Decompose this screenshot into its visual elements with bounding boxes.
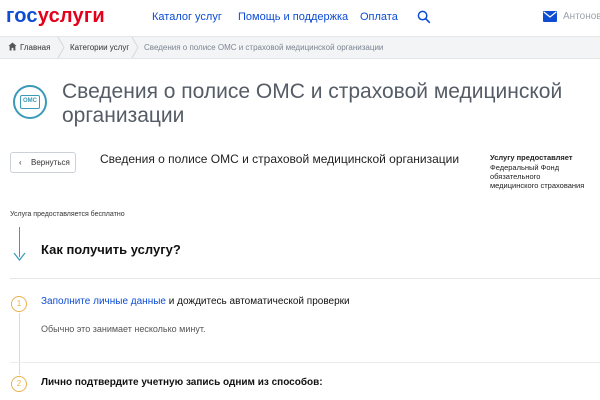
- fill-personal-data-link[interactable]: Заполните личные данные: [41, 296, 166, 307]
- page-title: Сведения о полисе ОМС и страховой медици…: [62, 80, 563, 127]
- step-2-title: Лично подтвердите учетную запись одним и…: [41, 377, 323, 388]
- section-divider: [10, 278, 600, 279]
- howto-heading: Как получить услугу?: [41, 242, 181, 257]
- step-1-title-rest: и дождитесь автоматической проверки: [165, 296, 350, 307]
- gosuslugi-logo[interactable]: госуслуги: [6, 6, 105, 26]
- section-divider: [10, 362, 600, 363]
- chevron-left-icon: ‹: [19, 158, 22, 167]
- logo-part-uslugi: услуги: [37, 5, 105, 27]
- nav-catalog-link[interactable]: Каталог услуг: [152, 11, 222, 23]
- step-number-2: 2: [11, 376, 27, 392]
- back-button-label: Вернуться: [31, 158, 70, 167]
- step-number-1: 1: [11, 296, 27, 312]
- mail-icon[interactable]: [543, 11, 557, 22]
- service-title: Сведения о полисе ОМС и страховой медици…: [100, 152, 460, 166]
- back-button[interactable]: ‹ Вернуться: [10, 152, 76, 173]
- user-name[interactable]: Антонова: [563, 11, 600, 22]
- home-icon: [8, 42, 17, 51]
- step-connector-line: [19, 313, 20, 375]
- search-icon[interactable]: [417, 10, 431, 24]
- breadcrumb-categories[interactable]: Категории услуг: [70, 43, 129, 52]
- provider-name: Федеральный Фонд обязательного медицинск…: [490, 163, 585, 190]
- nav-payment-link[interactable]: Оплата: [360, 11, 398, 23]
- breadcrumb-current: Сведения о полисе ОМС и страховой медици…: [144, 43, 384, 52]
- step-1-title: Заполните личные данные и дождитесь авто…: [41, 296, 350, 307]
- step-1-description: Обычно это занимает несколько минут.: [41, 324, 206, 334]
- provider-heading: Услугу предоставляет: [490, 153, 573, 162]
- breadcrumb-home[interactable]: Главная: [20, 43, 50, 52]
- breadcrumb-separator-icon: [57, 37, 65, 58]
- oms-badge-label: ОМС: [20, 95, 40, 109]
- free-service-note: Услуга предоставляется бесплатно: [10, 211, 125, 218]
- breadcrumb-separator-icon: [131, 37, 139, 58]
- oms-card-icon: ОМС: [13, 85, 47, 119]
- arrow-down-icon: [13, 252, 26, 261]
- top-header: госуслуги Каталог услуг Помощь и поддерж…: [0, 0, 600, 37]
- nav-help-link[interactable]: Помощь и поддержка: [238, 11, 348, 23]
- breadcrumb: Главная Категории услуг Сведения о полис…: [0, 37, 600, 59]
- logo-part-gos: гос: [6, 5, 38, 27]
